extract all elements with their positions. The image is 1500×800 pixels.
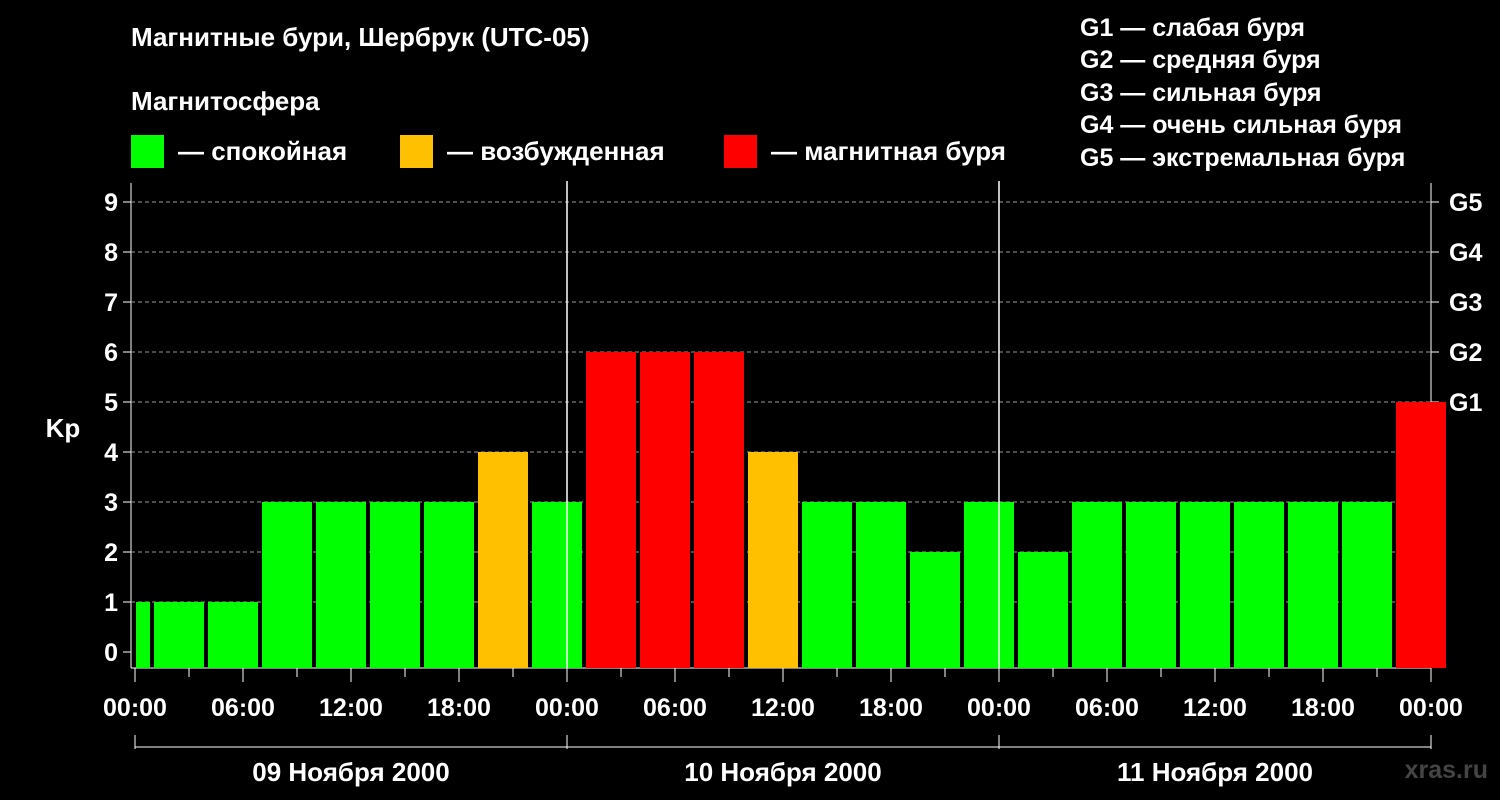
- x-tick-label: 00:00: [967, 694, 1031, 722]
- kp-bar: [1234, 502, 1284, 668]
- kp-bar: [964, 502, 1014, 668]
- y-tick-label: 0: [104, 639, 118, 667]
- kp-bar: [316, 502, 366, 668]
- x-tick-label: 06:00: [211, 694, 275, 722]
- kp-bar: [208, 602, 258, 668]
- kp-bar: [1126, 502, 1176, 668]
- day-label: 09 Ноября 2000: [252, 757, 449, 787]
- kp-bar: [748, 452, 798, 668]
- x-tick-label: 12:00: [1183, 694, 1247, 722]
- kp-bar: [136, 602, 150, 668]
- kp-bar: [694, 352, 744, 668]
- y-tick-label: 6: [104, 339, 118, 367]
- x-tick-label: 18:00: [1291, 694, 1355, 722]
- g-level-label: G1: [1449, 389, 1482, 417]
- g-level-label: G5: [1449, 189, 1482, 217]
- g-level-label: G4: [1449, 239, 1482, 267]
- x-tick-label: 06:00: [1075, 694, 1139, 722]
- g-level-label: G2: [1449, 339, 1482, 367]
- kp-bar: [856, 502, 906, 668]
- kp-bar-chart: 0 1 2 3 4 5 6 7 8 9 G1 G2 G3 G4 G5 Kp 00:00 06:00 12:00 18:…: [46, 181, 1482, 787]
- kp-bar: [910, 552, 960, 668]
- kp-bar: [370, 502, 420, 668]
- kp-bar: [586, 352, 636, 668]
- y-tick-label: 8: [104, 239, 118, 267]
- y-tick-label: 2: [104, 539, 118, 567]
- kp-bar: [478, 452, 528, 668]
- y-axis-label: Kp: [46, 413, 81, 443]
- y-tick-label: 5: [104, 389, 118, 417]
- y-tick-label: 3: [104, 489, 118, 517]
- x-tick-label: 00:00: [1399, 694, 1463, 722]
- kp-bar: [802, 502, 852, 668]
- x-tick-label: 12:00: [319, 694, 383, 722]
- kp-bar: [640, 352, 690, 668]
- kp-bar: [1180, 502, 1230, 668]
- kp-bar: [1072, 502, 1122, 668]
- day-label: 10 Ноября 2000: [684, 757, 881, 787]
- kp-bar: [424, 502, 474, 668]
- kp-bar: [154, 602, 204, 668]
- y-tick-label: 9: [104, 189, 118, 217]
- g-level-label: G3: [1449, 289, 1482, 317]
- x-tick-label: 12:00: [751, 694, 815, 722]
- kp-bar: [1342, 502, 1392, 668]
- day-label: 11 Ноября 2000: [1117, 757, 1313, 787]
- kp-bar: [1288, 502, 1338, 668]
- kp-bar: [532, 502, 582, 668]
- kp-bar: [262, 502, 312, 668]
- y-tick-label: 7: [104, 289, 118, 317]
- x-tick-label: 00:00: [103, 694, 167, 722]
- x-tick-label: 18:00: [859, 694, 923, 722]
- kp-bar: [1396, 402, 1446, 668]
- kp-bar: [1018, 552, 1068, 668]
- x-tick-label: 18:00: [427, 694, 491, 722]
- y-tick-label: 4: [104, 439, 118, 467]
- y-tick-label: 1: [104, 589, 118, 617]
- x-tick-label: 00:00: [535, 694, 599, 722]
- x-tick-label: 06:00: [643, 694, 707, 722]
